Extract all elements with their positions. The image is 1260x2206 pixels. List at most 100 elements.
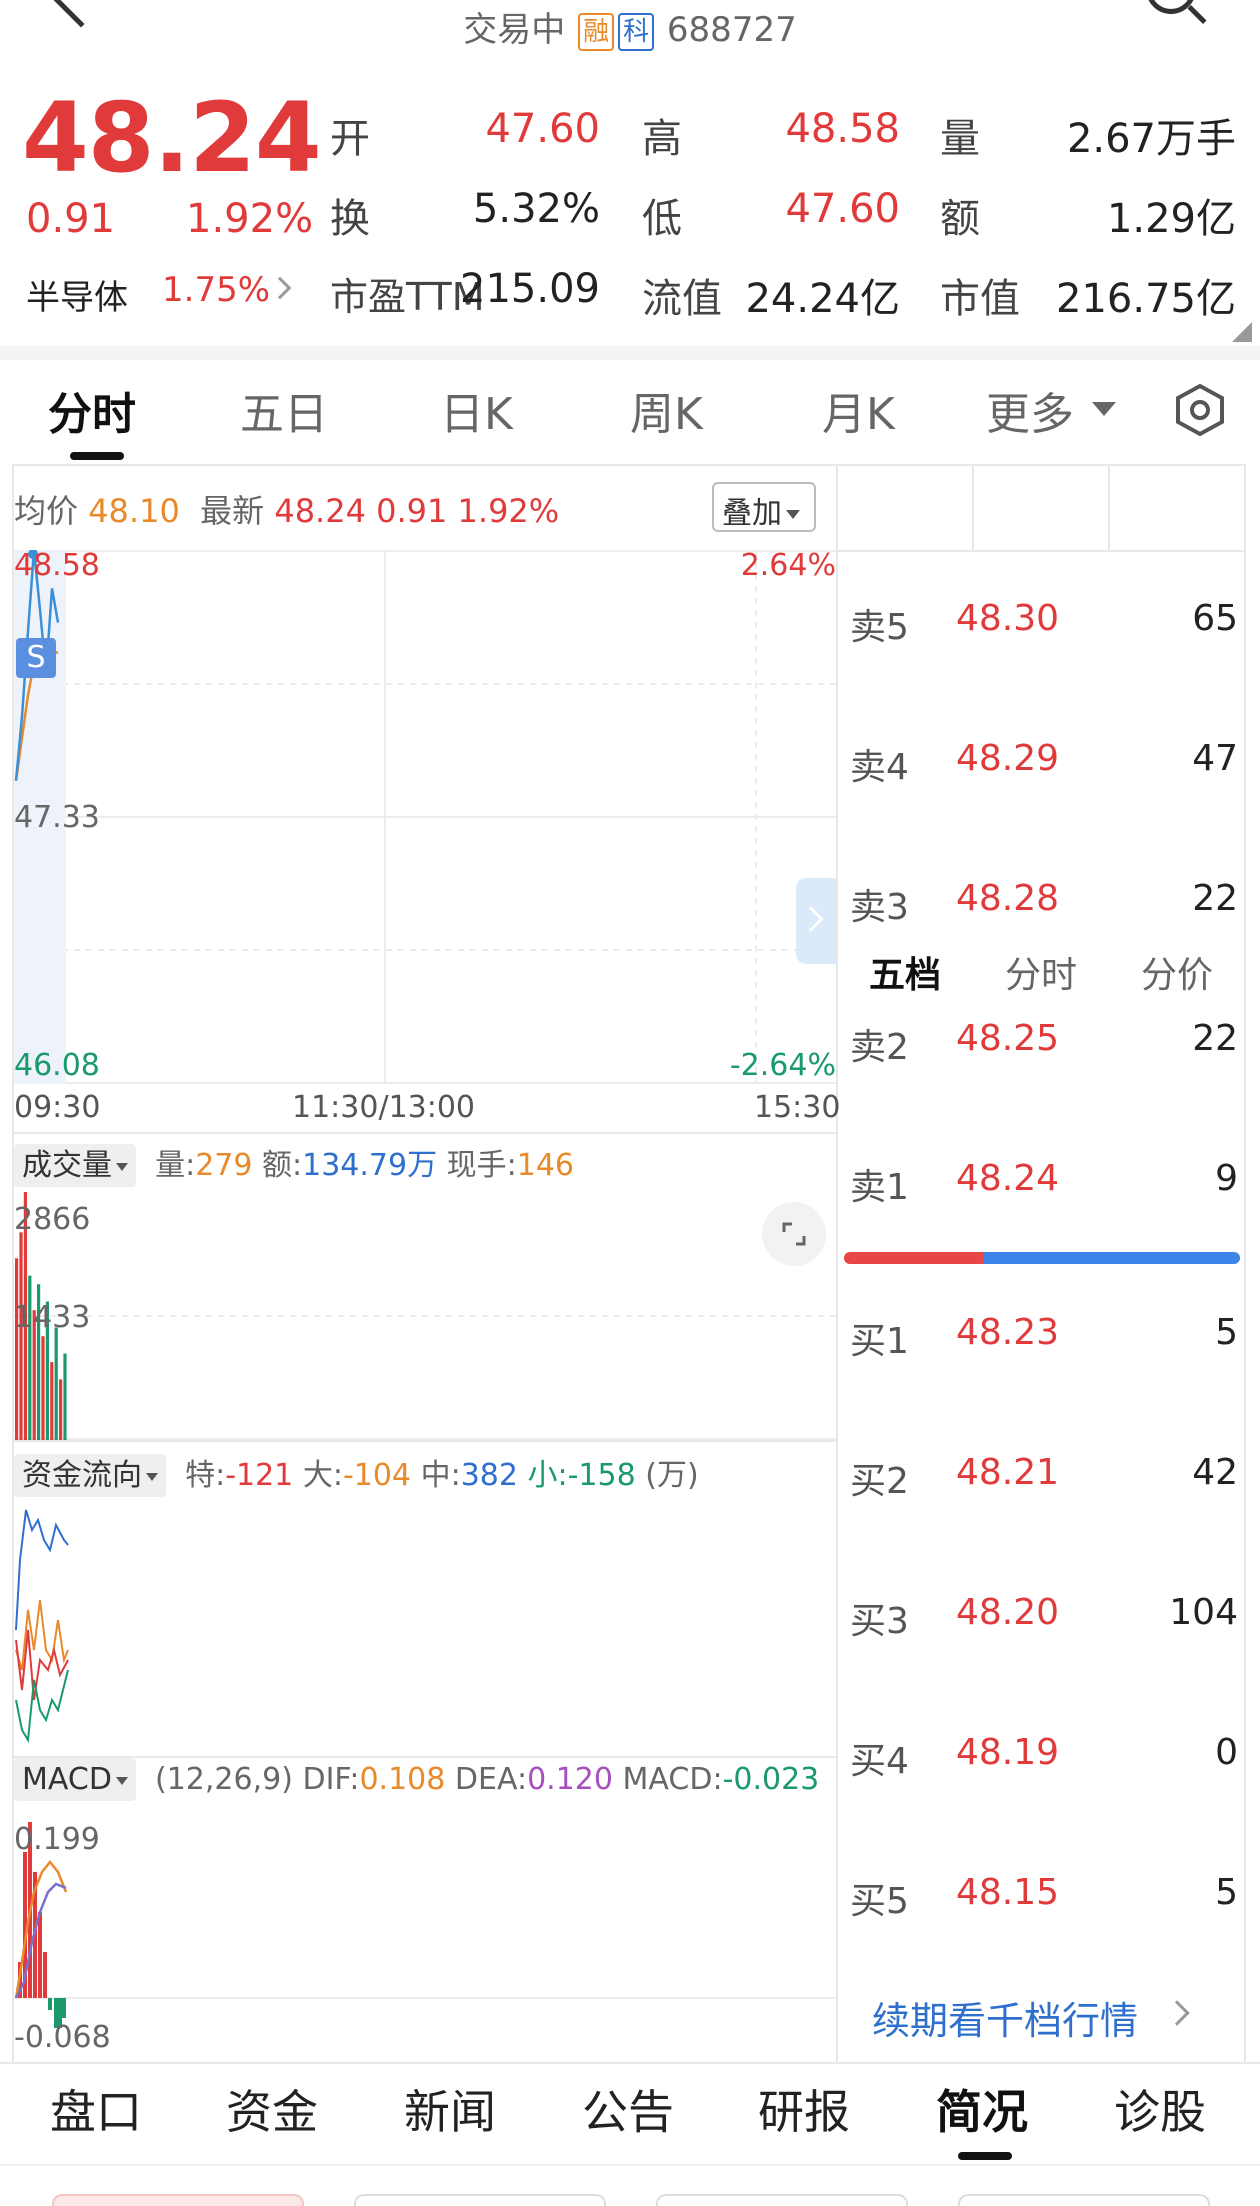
vol-axis-high: 2866 [14, 1202, 91, 1237]
bottom-card[interactable] [354, 2194, 606, 2206]
bid-volume: 42 [1192, 1452, 1238, 1493]
section-divider [14, 1756, 836, 1758]
overlay-dropdown[interactable]: 叠加 [712, 482, 816, 532]
margin-tag: 融 [578, 12, 615, 51]
bid-row-3[interactable]: 买3 48.20 104 [850, 1592, 1238, 1652]
more-depth-link[interactable]: 续期看千档行情 [872, 1990, 1138, 2045]
ask-row-4[interactable]: 卖4 48.29 47 [850, 738, 1238, 798]
macd-header: MACD (12,26,9) DIF:0.108 DEA:0.120 MACD:… [14, 1758, 820, 1801]
field-turnover-value: 5.32% [472, 186, 600, 232]
tab-five-day[interactable]: 五日 [240, 378, 328, 442]
signal-badge[interactable]: S [16, 638, 56, 678]
tab-active-indicator [70, 452, 124, 460]
macd-chart[interactable] [14, 1812, 836, 2060]
timeshare-chart[interactable] [14, 550, 836, 1084]
bottom-card[interactable] [656, 2194, 908, 2206]
bid-row-5[interactable]: 买5 48.15 5 [850, 1872, 1238, 1932]
field-high-value: 48.58 [785, 106, 900, 152]
ask-label: 卖5 [850, 607, 909, 648]
tab-news[interactable]: 新闻 [404, 2076, 496, 2142]
volume-chart[interactable] [14, 1192, 836, 1440]
field-market-cap-label: 市值 [940, 276, 1020, 322]
section-divider [838, 550, 1244, 552]
section-divider [0, 2062, 1260, 2064]
bid-volume: 5 [1215, 1872, 1238, 1913]
chevron-down-icon[interactable] [1092, 402, 1116, 416]
bid-volume: 5 [1215, 1312, 1238, 1353]
tab-research[interactable]: 研报 [758, 2076, 850, 2142]
sector-chevron-icon[interactable] [268, 276, 292, 300]
pct-axis-low: -2.64% [729, 1048, 836, 1083]
tab-daily-k[interactable]: 日K [440, 378, 513, 442]
bid-price: 48.23 [956, 1312, 1060, 1353]
trade-status: 交易中 [463, 10, 566, 50]
medium-value: 382 [460, 1458, 518, 1493]
field-amount-label: 额 [940, 196, 980, 242]
ask-row-5[interactable]: 卖5 48.30 65 [850, 598, 1238, 658]
timeshare-info-row: 均价 48.10 最新 48.24 0.91 1.92% [14, 486, 559, 532]
bottom-card[interactable] [52, 2194, 304, 2206]
fundflow-dropdown[interactable]: 资金流向 [14, 1454, 166, 1497]
bid-volume: 104 [1169, 1592, 1238, 1633]
field-low-value: 47.60 [785, 186, 900, 232]
settings-hexagon-icon[interactable] [1172, 382, 1228, 438]
fullscreen-button[interactable] [762, 1202, 826, 1266]
tab-monthly-k[interactable]: 月K [822, 378, 895, 442]
tab-five-level[interactable]: 五档 [838, 936, 972, 1016]
latest-change: 0.91 [376, 492, 448, 530]
vol-axis-mid: 1433 [14, 1300, 91, 1335]
volume-dropdown[interactable]: 成交量 [14, 1144, 136, 1187]
tab-weekly-k[interactable]: 周K [630, 378, 703, 442]
sector-name[interactable]: 半导体 [26, 270, 128, 319]
ask-row-3[interactable]: 卖3 48.28 22 [850, 878, 1238, 938]
macd-bar [38, 1912, 42, 1998]
tab-trade-ticks[interactable]: 分时 [974, 936, 1108, 1016]
ask-row-2[interactable]: 卖2 48.25 22 [850, 1018, 1238, 1078]
tab-order-book[interactable]: 盘口 [50, 2076, 142, 2142]
expand-panel-tab[interactable] [796, 878, 836, 964]
macd-value: -0.023 [722, 1762, 820, 1797]
latest-pct: 1.92% [457, 492, 560, 530]
field-amount-value: 1.29亿 [1106, 196, 1236, 242]
pct-axis-high: 2.64% [740, 548, 836, 583]
section-divider [14, 1440, 836, 1442]
tab-timeshare[interactable]: 分时 [48, 378, 136, 442]
latest-label: 最新 [200, 492, 265, 530]
ask-label: 卖2 [850, 1027, 909, 1068]
tab-profile[interactable]: 简况 [936, 2076, 1028, 2142]
star-market-tag: 科 [618, 12, 655, 51]
latest-value: 48.24 [274, 492, 366, 530]
bid-row-2[interactable]: 买2 48.21 42 [850, 1452, 1238, 1512]
bottom-tab-indicator [958, 2152, 1012, 2160]
sell-ratio-segment [844, 1252, 983, 1264]
small-label: 小: [527, 1458, 568, 1493]
volume-bar [41, 1336, 45, 1440]
bid-row-1[interactable]: 买1 48.23 5 [850, 1312, 1238, 1372]
fundflow-chart[interactable] [14, 1500, 836, 1750]
price-change: 0.91 [26, 196, 116, 242]
price-change-pct: 1.92% [186, 196, 314, 242]
bid-row-4[interactable]: 买4 48.19 0 [850, 1732, 1238, 1792]
bid-price: 48.21 [956, 1452, 1060, 1493]
field-volume-label: 量 [940, 116, 980, 162]
macd-dropdown[interactable]: MACD [14, 1758, 136, 1801]
tab-announcements[interactable]: 公告 [582, 2076, 674, 2142]
volume-bar [19, 1232, 23, 1440]
volume-header: 成交量 量:279 额:134.79万 现手:146 [14, 1140, 574, 1187]
bottom-card[interactable] [958, 2194, 1210, 2206]
field-low-label: 低 [642, 196, 682, 242]
tab-capital[interactable]: 资金 [226, 2076, 318, 2142]
tab-price-distribution[interactable]: 分价 [1110, 936, 1244, 1016]
sector-change-pct[interactable]: 1.75% [162, 270, 270, 310]
chevron-right-icon[interactable] [1164, 2000, 1190, 2026]
y-axis-mid: 47.33 [14, 800, 100, 835]
ask-label: 卖3 [850, 887, 909, 928]
ask-label: 卖4 [850, 747, 909, 788]
expand-corner-icon[interactable] [1232, 322, 1252, 342]
ask-row-1[interactable]: 卖1 48.24 9 [850, 1158, 1238, 1218]
tab-more[interactable]: 更多 [986, 378, 1074, 442]
panel-divider [836, 466, 838, 2062]
amt-value: 134.79万 [302, 1148, 438, 1183]
current-price: 48.24 [22, 82, 322, 194]
tab-diagnosis[interactable]: 诊股 [1114, 2076, 1206, 2142]
